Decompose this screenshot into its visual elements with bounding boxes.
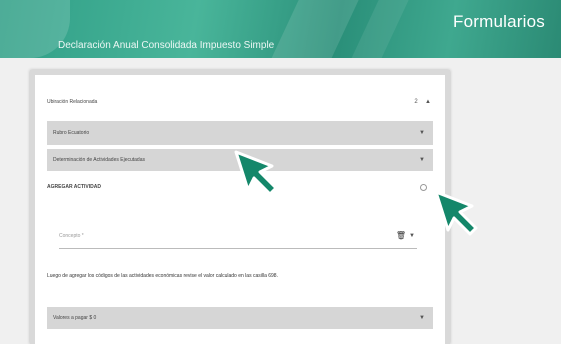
chevron-up-icon[interactable]: ▲ bbox=[423, 99, 433, 105]
help-text-content: Luego de agregar los códigos de las acti… bbox=[47, 273, 278, 279]
chevron-down-icon[interactable]: ▼ bbox=[417, 157, 427, 163]
form-card: Ubiración Relacionada 2 ▲ Rubro Ecuatori… bbox=[30, 70, 450, 344]
form-row-header[interactable]: Ubiración Relacionada 2 ▲ bbox=[47, 95, 433, 109]
chevron-down-icon[interactable]: ▼ bbox=[417, 130, 427, 136]
dropdown-label: Valores a pagar $ 0 bbox=[53, 315, 97, 321]
dropdown-valores[interactable]: Valores a pagar $ 0 ▼ bbox=[47, 307, 433, 329]
pointer-arrow-icon bbox=[434, 190, 478, 236]
trash-icon[interactable]: 🗑 bbox=[395, 231, 407, 240]
help-text: Luego de agregar los códigos de las acti… bbox=[47, 271, 433, 281]
dropdown-rubro[interactable]: Rubro Ecuatorio ▼ bbox=[47, 121, 433, 145]
concept-field[interactable]: Concepto * 🗑 ▼ bbox=[59, 223, 417, 249]
radio-button[interactable] bbox=[420, 183, 427, 191]
page-subtitle: Declaración Anual Consolidada Impuesto S… bbox=[58, 40, 275, 51]
count-value: 2 bbox=[414, 99, 418, 105]
header-banner: Formularios Declaración Anual Consolidad… bbox=[0, 0, 561, 58]
row-label: Ubiración Relacionada bbox=[47, 99, 98, 105]
chevron-down-icon[interactable]: ▼ bbox=[417, 315, 427, 321]
chevron-down-icon[interactable]: ▼ bbox=[407, 233, 417, 239]
page-title: Formularios bbox=[453, 12, 545, 31]
dropdown-label: Rubro Ecuatorio bbox=[53, 130, 90, 136]
pointer-arrow-icon bbox=[234, 150, 278, 196]
concept-placeholder: Concepto * bbox=[59, 232, 84, 239]
